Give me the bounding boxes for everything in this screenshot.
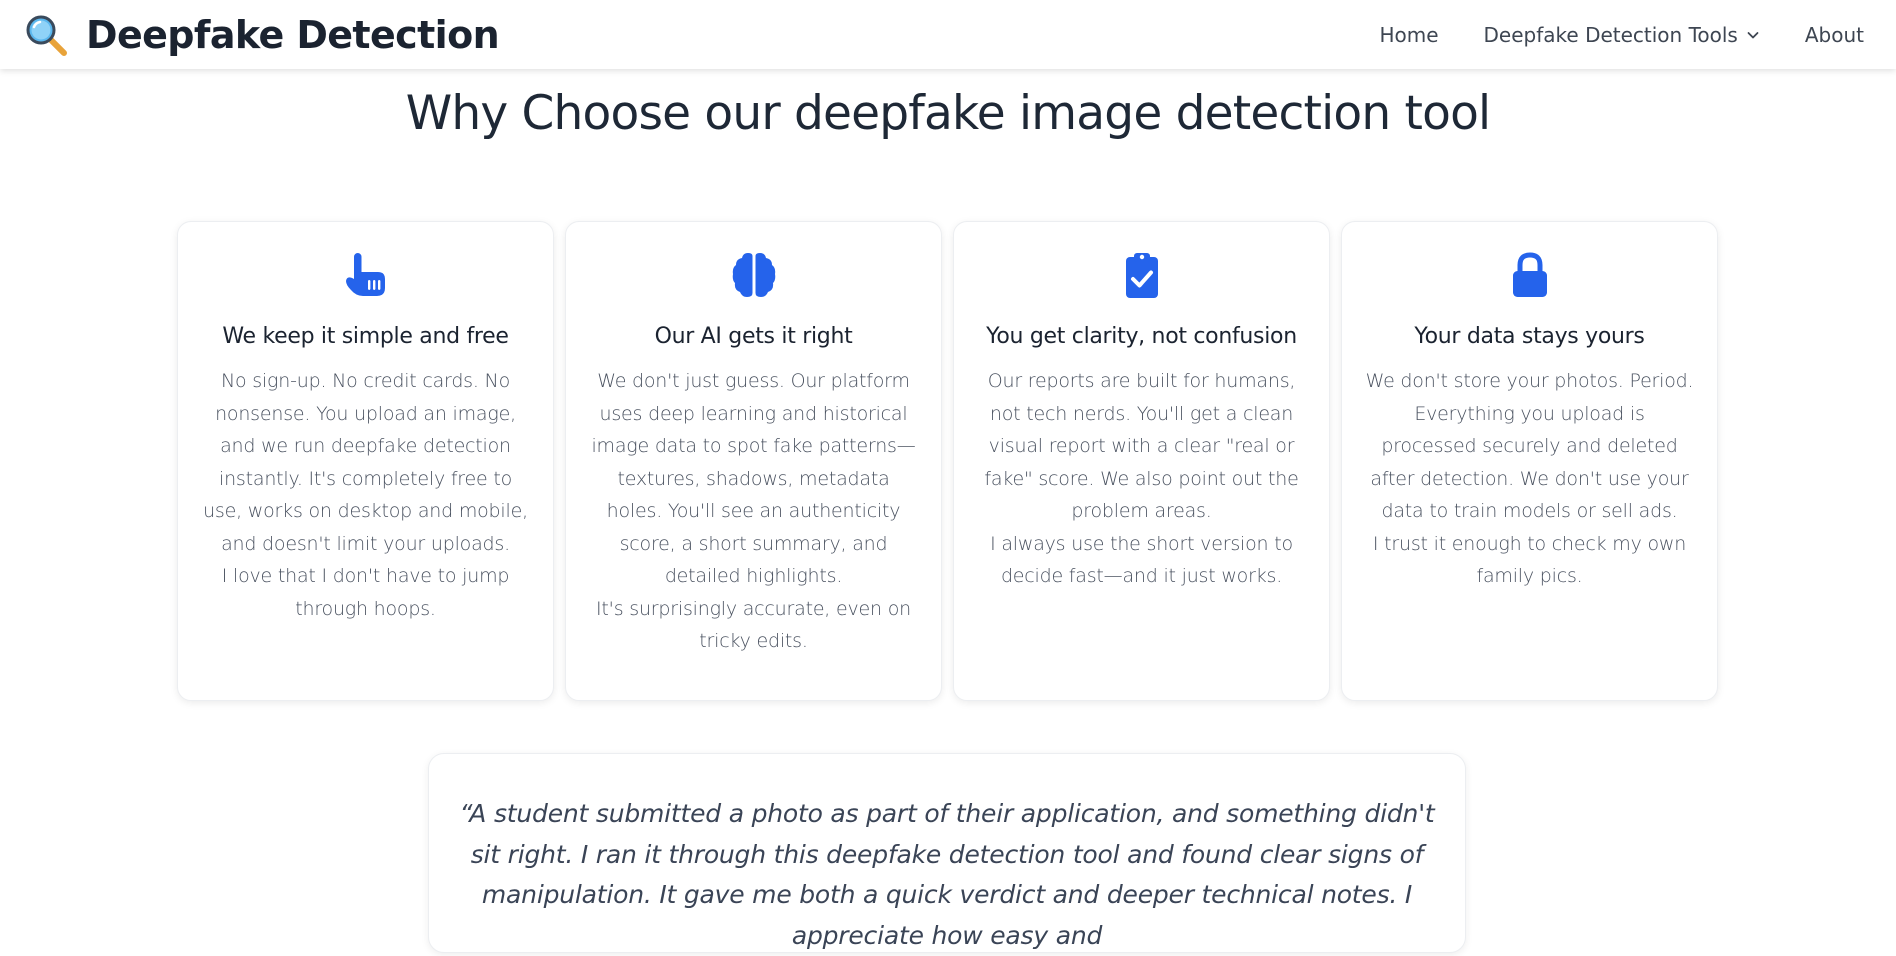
card-paragraph: I trust it enough to check my own family… (1372, 532, 1687, 588)
card-title: Your data stays yours (1414, 324, 1645, 349)
card-paragraph: No sign-up. No credit cards. No nonsense… (203, 370, 528, 555)
testimonial-quote: “A student submitted a photo as part of … (459, 799, 1435, 950)
testimonial-card: “A student submitted a photo as part of … (428, 753, 1466, 953)
chevron-down-icon (1747, 31, 1759, 38)
feature-card-simple-free: We keep it simple and free No sign-up. N… (177, 221, 554, 701)
feature-cards: We keep it simple and free No sign-up. N… (177, 221, 1718, 701)
feature-card-privacy: Your data stays yours We don't store you… (1341, 221, 1718, 701)
card-paragraph: We don't store your photos. Period. Ever… (1365, 370, 1694, 522)
card-paragraph: Our reports are built for humans, not te… (984, 370, 1299, 522)
card-paragraph: I always use the short version to decide… (990, 532, 1293, 588)
lock-icon (1512, 252, 1547, 297)
clipboard-check-icon (1125, 253, 1158, 298)
top-navbar: Deepfake Detection Home Deepfake Detecti… (0, 0, 1896, 69)
card-paragraph: It's surprisingly accurate, even on tric… (596, 597, 911, 653)
nav-link-home[interactable]: Home (1379, 23, 1438, 47)
nav-link-tools-dropdown[interactable]: Deepfake Detection Tools (1484, 23, 1760, 47)
card-body: No sign-up. No credit cards. No nonsense… (201, 365, 531, 625)
card-title: You get clarity, not confusion (986, 324, 1297, 349)
card-title: Our AI gets it right (654, 324, 853, 349)
pointing-hand-icon (345, 253, 385, 296)
card-body: Our reports are built for humans, not te… (977, 365, 1307, 593)
brand-title: Deepfake Detection (86, 12, 500, 57)
card-paragraph: I love that I don't have to jump through… (221, 565, 510, 620)
card-body: We don't store your photos. Period. Ever… (1365, 365, 1695, 593)
card-title: We keep it simple and free (222, 324, 509, 349)
feature-card-clarity: You get clarity, not confusion Our repor… (953, 221, 1330, 701)
section-title: Why Choose our deepfake image detection … (405, 86, 1491, 141)
main-nav: Home Deepfake Detection Tools About (1379, 23, 1864, 47)
card-body: We don't just guess. Our platform uses d… (589, 365, 919, 658)
magnifying-glass-icon (26, 15, 67, 56)
brand-logo-link[interactable]: Deepfake Detection (24, 12, 500, 57)
nav-link-tools-label: Deepfake Detection Tools (1483, 22, 1738, 47)
nav-link-about[interactable]: About (1805, 23, 1864, 47)
card-paragraph: We don't just guess. Our platform uses d… (591, 370, 916, 587)
brain-icon (732, 253, 775, 297)
feature-card-ai-accuracy: Our AI gets it right We don't just guess… (565, 221, 942, 701)
